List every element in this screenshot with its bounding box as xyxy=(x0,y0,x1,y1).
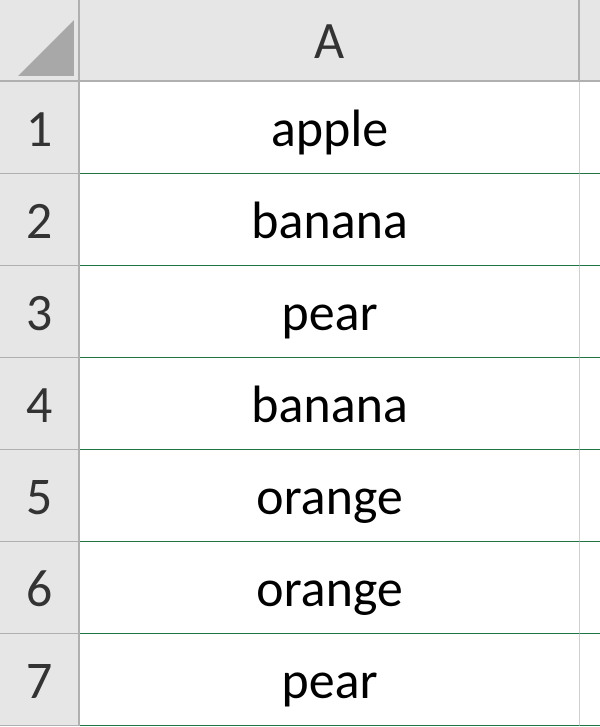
cell-edge xyxy=(580,358,600,450)
row-header-4[interactable]: 4 xyxy=(0,358,80,450)
cell-edge xyxy=(580,174,600,266)
cell-A7[interactable]: pear xyxy=(80,634,580,726)
cell-A1[interactable]: apple xyxy=(80,82,580,174)
column-header-A[interactable]: A xyxy=(80,0,580,82)
select-all-triangle-icon xyxy=(18,20,74,76)
row-header-1[interactable]: 1 xyxy=(0,82,80,174)
cell-A3[interactable]: pear xyxy=(80,266,580,358)
row-header-5[interactable]: 5 xyxy=(0,450,80,542)
cell-edge xyxy=(580,266,600,358)
select-all-corner[interactable] xyxy=(0,0,80,82)
cell-edge xyxy=(580,542,600,634)
cell-edge xyxy=(580,634,600,726)
row-header-2[interactable]: 2 xyxy=(0,174,80,266)
cell-A6[interactable]: orange xyxy=(80,542,580,634)
cell-A2[interactable]: banana xyxy=(80,174,580,266)
cell-edge xyxy=(580,82,600,174)
row-header-3[interactable]: 3 xyxy=(0,266,80,358)
spreadsheet-grid: A 1 apple 2 banana 3 pear 4 banana 5 ora… xyxy=(0,0,600,726)
row-header-7[interactable]: 7 xyxy=(0,634,80,726)
row-header-6[interactable]: 6 xyxy=(0,542,80,634)
cell-A5[interactable]: orange xyxy=(80,450,580,542)
cell-edge xyxy=(580,450,600,542)
column-header-edge xyxy=(580,0,600,82)
cell-A4[interactable]: banana xyxy=(80,358,580,450)
